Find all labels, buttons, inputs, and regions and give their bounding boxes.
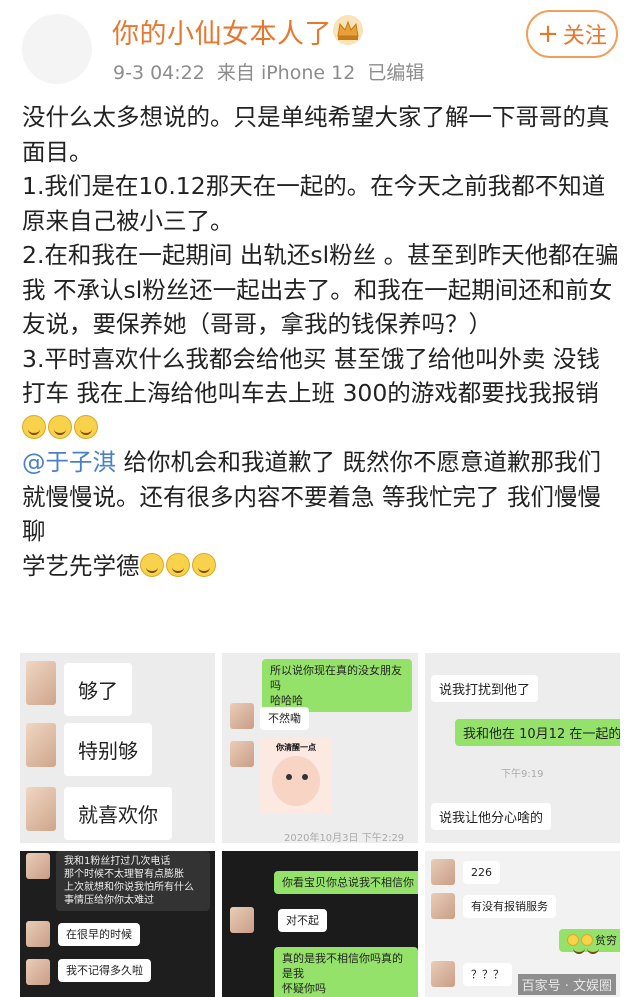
chat-bubble: 特别够 bbox=[64, 723, 152, 776]
smile-emoji-icon bbox=[22, 414, 46, 439]
follow-label: 关注 bbox=[562, 24, 607, 49]
chat-screenshot[interactable]: 说我打扰到他了 我和他在 10月12 在一起的 下午9:19 说我让他分心啥的 bbox=[425, 653, 620, 843]
chat-bubble: 够了 bbox=[64, 663, 132, 716]
chat-bubble: 226 bbox=[463, 861, 500, 884]
chat-bubble: 说我打扰到他了 bbox=[431, 675, 539, 702]
chat-screenshot[interactable]: 我和1粉丝打过几次电话 那个时候不太理智有点膨胀 上次就想和你说我怕所有什么 事… bbox=[20, 851, 215, 997]
crown-icon bbox=[333, 15, 363, 45]
contact-avatar bbox=[26, 661, 56, 705]
chat-screenshot[interactable]: 你看宝贝你总说我不相信你 对不起 真的是我不相信你吗真的是我 怀疑你吗 bbox=[222, 851, 418, 997]
chat-bubble: 你看宝贝你总说我不相信你 bbox=[274, 871, 418, 894]
chat-timestamp: 下午9:19 bbox=[501, 769, 544, 780]
sticker-image: 你清醒一点 bbox=[260, 738, 332, 814]
post-line: 1.我们是在10.12那天在一起的。在今天之前我都不知道原来自己被小三了。 bbox=[22, 172, 606, 235]
chat-screenshot[interactable]: 所以说你现在真的没女朋友吗 哈哈哈 不然嘞 你清醒一点 2020年10月3日 下… bbox=[222, 653, 418, 843]
chat-bubble: 我和1粉丝打过几次电话 那个时候不太理智有点膨胀 上次就想和你说我怕所有什么 事… bbox=[56, 851, 210, 911]
chat-screenshot[interactable]: 226 有没有报销服务 贫穷 ？？？ 百家号 · 文娱圈 bbox=[425, 851, 620, 997]
contact-avatar bbox=[230, 907, 254, 933]
chat-bubble: 所以说你现在真的没女朋友吗 哈哈哈 bbox=[262, 659, 412, 712]
chat-bubble: 我和他在 10月12 在一起的 bbox=[455, 719, 620, 746]
post-line-text: 3.平时喜欢什么我都会给他买 甚至饿了给他叫外卖 没钱打车 我在上海给他叫车去上… bbox=[22, 344, 600, 408]
chat-bubble: 有没有报销服务 bbox=[463, 895, 556, 918]
contact-avatar bbox=[26, 723, 56, 767]
chat-bubble: 不然嘞 bbox=[260, 707, 309, 730]
smile-emoji-icon bbox=[48, 414, 72, 439]
chat-bubble: ？？？ bbox=[463, 963, 512, 986]
chat-screenshot[interactable]: 够了 特别够 就喜欢你 bbox=[20, 653, 215, 843]
baby-face bbox=[272, 756, 320, 806]
contact-avatar bbox=[26, 787, 56, 831]
avatar[interactable] bbox=[22, 14, 92, 84]
chat-timestamp: 2020年10月3日 下午2:29 bbox=[284, 833, 405, 843]
chat-bubble: 我不记得多久啦 bbox=[58, 959, 151, 982]
image-grid: 够了 特别够 就喜欢你 所以说你现在真的没女朋友吗 哈哈哈 不然嘞 你清醒一点 … bbox=[20, 653, 620, 997]
sticker-caption: 你清醒一点 bbox=[276, 743, 316, 752]
follow-button[interactable]: + 关注 bbox=[526, 10, 618, 58]
post-line: 没什么太多想说的。只是单纯希望大家了解一下哥哥的真面目。 bbox=[22, 103, 610, 166]
smile-emoji-icon bbox=[567, 934, 585, 954]
mention-link[interactable]: @于子淇 bbox=[22, 448, 116, 476]
chat-bubble: 贫穷 bbox=[559, 929, 620, 954]
post-body: 没什么太多想说的。只是单纯希望大家了解一下哥哥的真面目。 1.我们是在10.12… bbox=[22, 100, 622, 583]
post-meta: 9-3 04:22 来自 iPhone 12 已编辑 bbox=[113, 62, 425, 84]
watermark: 百家号 · 文娱圈 bbox=[517, 974, 616, 995]
contact-avatar bbox=[431, 859, 455, 885]
contact-avatar bbox=[26, 853, 50, 879]
smile-emoji-icon bbox=[139, 552, 164, 577]
chat-bubble-text: 贫穷 bbox=[595, 934, 617, 947]
contact-avatar bbox=[431, 893, 455, 919]
chat-bubble: 就喜欢你 bbox=[64, 787, 172, 840]
smile-emoji-icon bbox=[74, 414, 98, 439]
plus-icon: + bbox=[537, 19, 559, 49]
eye bbox=[286, 774, 292, 780]
chat-bubble: 在很早的时候 bbox=[58, 923, 140, 946]
smile-emoji-icon bbox=[581, 934, 599, 954]
contact-avatar bbox=[26, 921, 50, 947]
post-line: @于子淇 给你机会和我道歉了 既然你不愿意道歉那我们就慢慢说。还有很多内容不要着… bbox=[22, 445, 622, 549]
eye bbox=[302, 774, 308, 780]
post-line: 学艺先学德 bbox=[22, 549, 622, 584]
post-line: 2.在和我在一起期间 出轨还sl粉丝 。甚至到昨天他都在骗我 不承认sl粉丝还一… bbox=[22, 241, 619, 338]
username[interactable]: 你的小仙女本人了 bbox=[112, 12, 332, 51]
closing-text: 学艺先学德 bbox=[22, 551, 140, 580]
contact-avatar bbox=[26, 959, 50, 985]
smile-emoji-icon bbox=[191, 552, 216, 577]
contact-avatar bbox=[431, 961, 455, 987]
chat-bubble: 对不起 bbox=[278, 909, 327, 932]
post-line: 3.平时喜欢什么我都会给他买 甚至饿了给他叫外卖 没钱打车 我在上海给他叫车去上… bbox=[22, 342, 622, 446]
contact-avatar bbox=[230, 741, 254, 767]
chat-bubble: 说我让他分心啥的 bbox=[431, 803, 552, 830]
contact-avatar bbox=[230, 703, 254, 729]
smile-emoji-icon bbox=[165, 552, 190, 577]
chat-bubble: 真的是我不相信你吗真的是我 怀疑你吗 bbox=[274, 947, 418, 997]
